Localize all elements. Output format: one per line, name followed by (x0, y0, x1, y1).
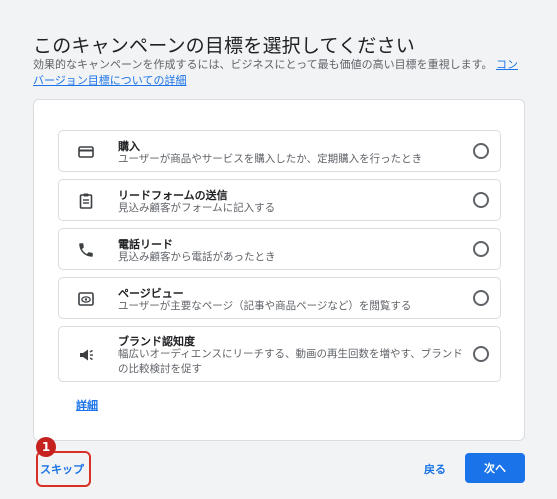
goal-card: 購入 ユーザーが商品やサービスを購入したか、定期購入を行ったとき リードフォーム… (33, 99, 525, 441)
goal-subtitle: ユーザーが主要なページ（記事や商品ページなど）を閲覧する (118, 300, 412, 312)
goal-radio[interactable] (473, 241, 489, 257)
goal-radio[interactable] (473, 143, 489, 159)
clipboard-icon (77, 192, 95, 210)
credit-card-icon (77, 143, 95, 161)
goal-option-page-view[interactable]: ページビュー ユーザーが主要なページ（記事や商品ページなど）を閲覧する (58, 277, 501, 319)
eye-page-icon (77, 290, 95, 308)
goal-subtitle: 幅広いオーディエンスにリーチする、動画の再生回数を増やす、ブランドの比較検討を促… (118, 348, 463, 375)
goal-option-lead-form[interactable]: リードフォームの送信 見込み顧客がフォームに記入する (58, 179, 501, 221)
detail-link[interactable]: 詳細 (76, 397, 98, 413)
goal-option-phone-lead[interactable]: 電話リード 見込み顧客から電話があったとき (58, 228, 501, 270)
back-button[interactable]: 戻る (424, 461, 446, 477)
goal-subtitle: 見込み顧客がフォームに記入する (118, 202, 276, 214)
step-badge: 1 (36, 437, 56, 457)
megaphone-icon (77, 346, 95, 364)
next-button[interactable]: 次へ (465, 453, 525, 483)
goal-radio[interactable] (473, 346, 489, 362)
page-description: 効果的なキャンペーンを作成するには、ビジネスにとって最も価値の高い目標を重視しま… (33, 57, 528, 89)
goal-radio[interactable] (473, 192, 489, 208)
phone-icon (77, 241, 95, 259)
description-text: 効果的なキャンペーンを作成するには、ビジネスにとって最も価値の高い目標を重視しま… (33, 58, 493, 71)
page-title: このキャンペーンの目標を選択してください (33, 35, 415, 57)
goal-radio[interactable] (473, 290, 489, 306)
skip-button[interactable]: スキップ (40, 461, 84, 477)
goal-option-purchase[interactable]: 購入 ユーザーが商品やサービスを購入したか、定期購入を行ったとき (58, 130, 501, 172)
goal-subtitle: 見込み顧客から電話があったとき (118, 251, 276, 263)
goal-subtitle: ユーザーが商品やサービスを購入したか、定期購入を行ったとき (118, 153, 423, 165)
goal-option-brand-awareness[interactable]: ブランド認知度 幅広いオーディエンスにリーチする、動画の再生回数を増やす、ブラン… (58, 326, 501, 382)
